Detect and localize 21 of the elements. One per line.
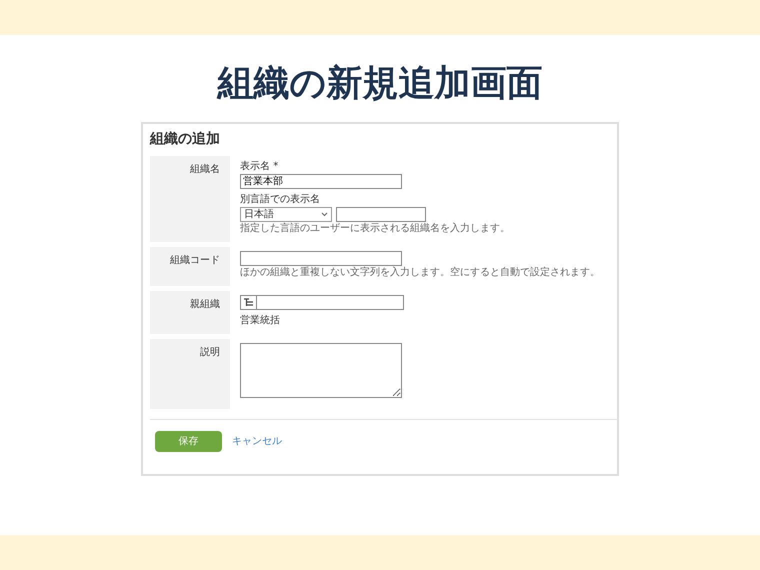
hint-text: ほかの組織と重複しない文字列を入力します。空にすると自動で設定されます。 bbox=[240, 267, 600, 278]
input-field[interactable] bbox=[256, 295, 404, 310]
input-field[interactable]: 営業本部 bbox=[240, 174, 402, 190]
textarea-field[interactable] bbox=[240, 343, 402, 398]
field-label: 別言語での表示名 bbox=[240, 194, 320, 206]
field-label: 組織コード bbox=[169, 254, 220, 268]
required-mark: * bbox=[273, 161, 278, 172]
cancel-link[interactable]: キャンセル bbox=[232, 434, 282, 450]
chevron-icon bbox=[321, 212, 328, 218]
language-select[interactable]: 日本語 bbox=[240, 207, 332, 222]
hint-text: 指定した言語のユーザーに表示される組織名を入力します。 bbox=[240, 223, 510, 234]
parent-name: 営業統括 bbox=[240, 315, 280, 326]
field-label: 親組織 bbox=[189, 298, 220, 312]
field-label: 説明 bbox=[199, 346, 220, 360]
form-title: 組織の追加 bbox=[150, 130, 221, 148]
page-title: 組織の新規追加画面 bbox=[218, 62, 542, 106]
tree-icon[interactable] bbox=[240, 295, 256, 310]
field-label: 表示名 bbox=[240, 161, 270, 172]
input-field[interactable] bbox=[240, 251, 402, 266]
input-field[interactable] bbox=[336, 207, 426, 222]
field-label: 組織名 bbox=[189, 162, 220, 178]
